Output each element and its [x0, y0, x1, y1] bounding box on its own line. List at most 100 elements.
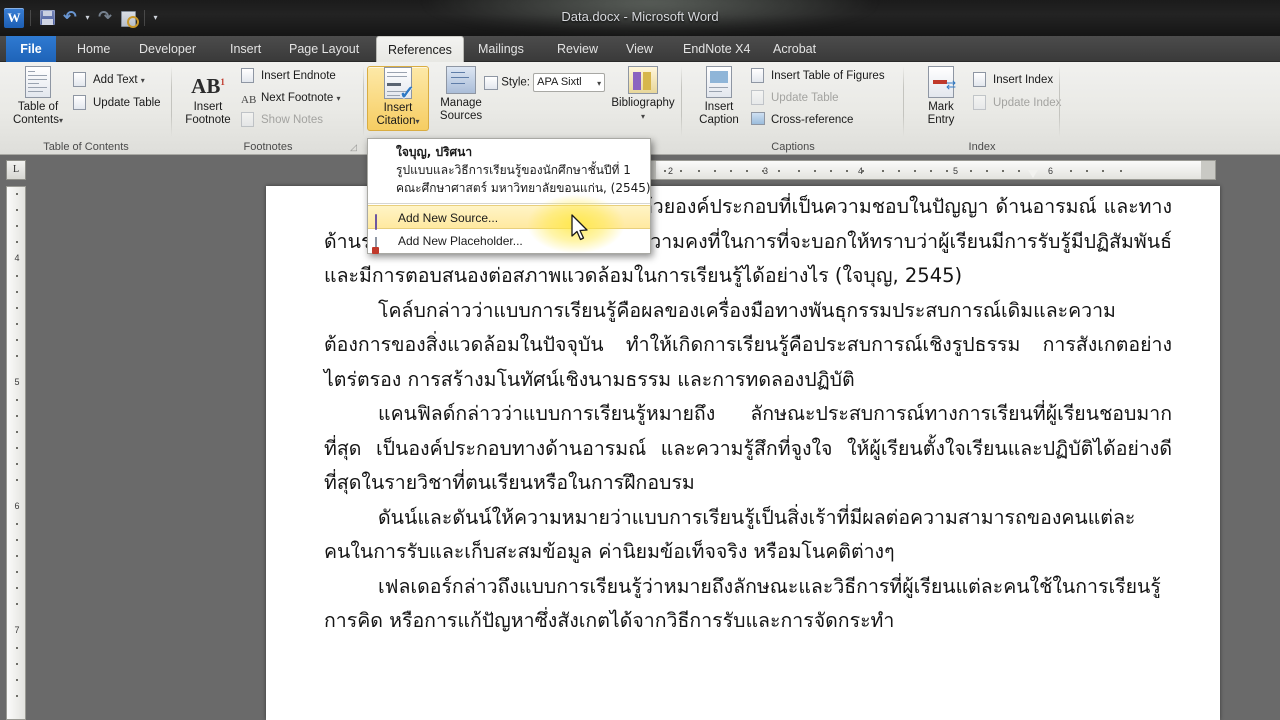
insert-citation-button[interactable]: ✓ Insert Citation▾ [367, 66, 429, 131]
menu-item-add-new-placeholder[interactable]: Add New Placeholder... [368, 229, 650, 253]
document-paragraph: โคล์บกล่าวว่าแบบการเรียนรู้คือผลของเครื่… [324, 298, 1172, 391]
tab-file[interactable]: File [6, 36, 56, 62]
table-of-contents-label-1: Table of [17, 101, 59, 113]
show-notes-label: Show Notes [261, 114, 324, 126]
insert-table-of-figures-label: Insert Table of Figures [771, 70, 885, 82]
bibliography-caret-icon[interactable]: ▾ [641, 112, 645, 121]
ruler-mark-2: 2 [668, 166, 674, 176]
tab-review[interactable]: Review [546, 36, 609, 62]
update-table-captions-icon [751, 90, 764, 105]
insert-citation-label-2: Citation [376, 115, 416, 127]
citation-style-caret-icon[interactable]: ▾ [597, 75, 601, 92]
mark-entry-label-1: Mark [928, 101, 954, 113]
insert-caption-label-2: Caption [699, 114, 739, 126]
footnotes-dialog-launcher[interactable]: ◿ [350, 142, 361, 153]
ribbon-group-table-of-contents: Table of Contents▾ Add Text ▾ Update Tab… [0, 62, 172, 155]
update-table-toc-button[interactable]: Update Table [72, 93, 161, 113]
update-index-icon [973, 95, 986, 110]
insert-caption-button[interactable]: Insert Caption [687, 66, 751, 127]
update-table-toc-label: Update Table [93, 97, 161, 109]
next-footnote-button[interactable]: AB Next Footnote ▾ [240, 88, 340, 108]
tab-references[interactable]: References [376, 36, 464, 62]
ruler-mark-3: 3 [763, 166, 769, 176]
new-source-icon [375, 210, 391, 230]
right-indent-marker[interactable] [1028, 170, 1038, 178]
tab-mailings[interactable]: Mailings [467, 36, 535, 62]
group-label-table-of-contents: Table of Contents [43, 141, 129, 153]
vruler-mark-7: 7 [14, 625, 20, 635]
vruler-mark-4: 4 [14, 253, 20, 263]
new-placeholder-icon [375, 233, 391, 253]
update-table-icon [73, 95, 86, 110]
ribbon-tab-strip: File Home Developer Insert Page Layout R… [0, 36, 1280, 62]
vertical-ruler[interactable]: 4 5 6 7 [6, 186, 26, 720]
ruler-mark-4: 4 [858, 166, 864, 176]
tab-stop-selector[interactable]: L [6, 160, 26, 180]
tab-developer[interactable]: Developer [128, 36, 207, 62]
add-new-source-label: Add New Source... [398, 211, 499, 225]
group-divider-5 [1059, 66, 1060, 137]
insert-index-button[interactable]: Insert Index [972, 70, 1053, 90]
cross-reference-button[interactable]: Cross-reference [750, 110, 853, 130]
tab-acrobat[interactable]: Acrobat [762, 36, 827, 62]
document-paragraph: เฟลเดอร์กล่าวถึงแบบการเรียนรู้ว่าหมายถึง… [324, 574, 1161, 633]
word-application-window: W ↶ ▾ ↷ ▾ Data.docx - Microsoft Word Fil… [0, 0, 1280, 720]
insert-endnote-button[interactable]: Insert Endnote [240, 66, 336, 86]
insert-index-icon [973, 72, 986, 87]
document-body[interactable]: หมายว่าแบบการเรียนรู้ประกอบด้วยองค์ประกอ… [324, 190, 1172, 639]
add-text-button[interactable]: Add Text ▾ [72, 70, 145, 90]
citation-style-select[interactable]: APA Sixtl ▾ [533, 73, 606, 92]
table-of-contents-label-2: Contents [12, 114, 59, 126]
manage-sources-icon [446, 66, 476, 94]
document-paragraph: แคนฟิลด์กล่าวว่าแบบการเรียนรู้หมายถึง ลั… [324, 402, 1172, 494]
insert-citation-menu[interactable]: ใจบุญ, ปริศนา รูปแบบและวิธีการเรียนรู้ขอ… [367, 138, 651, 254]
tab-insert[interactable]: Insert [219, 36, 272, 62]
manage-sources-label-2: Sources [439, 110, 483, 122]
insert-caption-icon [706, 66, 732, 98]
bibliography-icon [628, 66, 658, 94]
citation-style-label: Style: [501, 76, 530, 89]
ruler-mark-6: 6 [1048, 166, 1054, 176]
insert-footnote-label-1: Insert [193, 101, 223, 113]
show-notes-icon [241, 112, 254, 127]
source-title: รูปแบบและวิธีการเรียนรู้ของนักศึกษาชั้นป… [396, 163, 631, 177]
tab-view[interactable]: View [615, 36, 664, 62]
vruler-mark-6: 6 [14, 501, 20, 511]
insert-footnote-icon: AB1 [191, 74, 225, 98]
document-page[interactable]: หมายว่าแบบการเรียนรู้ประกอบด้วยองค์ประกอ… [266, 186, 1220, 720]
tab-home[interactable]: Home [66, 36, 121, 62]
add-text-caret-icon[interactable]: ▾ [141, 76, 145, 85]
bibliography-button[interactable]: Bibliography ▾ [604, 66, 682, 123]
citation-style-row: Style: APA Sixtl ▾ [484, 73, 606, 92]
tab-endnote-x4[interactable]: EndNote X4 [672, 36, 761, 62]
insert-citation-icon: ✓ [384, 67, 415, 103]
show-notes-button: Show Notes [240, 110, 323, 130]
horizontal-ruler[interactable]: 2 3 4 5 6 [649, 160, 1216, 180]
menu-item-existing-source[interactable]: ใจบุญ, ปริศนา รูปแบบและวิธีการเรียนรู้ขอ… [368, 139, 651, 202]
ribbon-group-footnotes: AB1 Insert Footnote Insert Endnote AB Ne… [172, 62, 364, 155]
ribbon-group-index: ⇄ Mark Entry Insert Index Update Index I… [904, 62, 1061, 155]
insert-caption-label-1: Insert [704, 101, 734, 113]
bibliography-label: Bibliography [611, 97, 675, 109]
vruler-mark-5: 5 [14, 377, 20, 387]
tab-page-layout[interactable]: Page Layout [278, 36, 370, 62]
source-publisher: คณะศึกษาศาสตร์ มหาวิทยาลัยขอนแก่น, (2545… [396, 181, 651, 195]
group-label-index: Index [968, 141, 996, 153]
group-label-captions: Captions [771, 141, 815, 153]
mark-entry-button[interactable]: ⇄ Mark Entry [909, 66, 973, 127]
style-icon [484, 75, 498, 90]
insert-endnote-icon [241, 68, 254, 83]
insert-footnote-button[interactable]: AB1 Insert Footnote [176, 66, 240, 127]
document-paragraph: ดันน์และดันน์ให้ความหมายว่าแบบการเรียนรู… [324, 505, 1136, 564]
add-new-placeholder-label: Add New Placeholder... [398, 234, 523, 248]
mark-entry-label-2: Entry [927, 114, 955, 126]
group-label-footnotes: Footnotes [243, 141, 293, 153]
insert-citation-caret-icon[interactable]: ▾ [415, 117, 419, 126]
cross-reference-icon [751, 112, 765, 125]
menu-item-add-new-source[interactable]: Add New Source... [368, 205, 650, 230]
table-of-contents-button[interactable]: Table of Contents▾ [6, 66, 70, 127]
next-footnote-caret-icon[interactable]: ▾ [336, 94, 340, 103]
manage-sources-label-1: Manage [440, 97, 482, 109]
table-of-contents-caret-icon[interactable]: ▾ [59, 116, 63, 125]
insert-table-of-figures-button[interactable]: Insert Table of Figures [750, 66, 885, 86]
